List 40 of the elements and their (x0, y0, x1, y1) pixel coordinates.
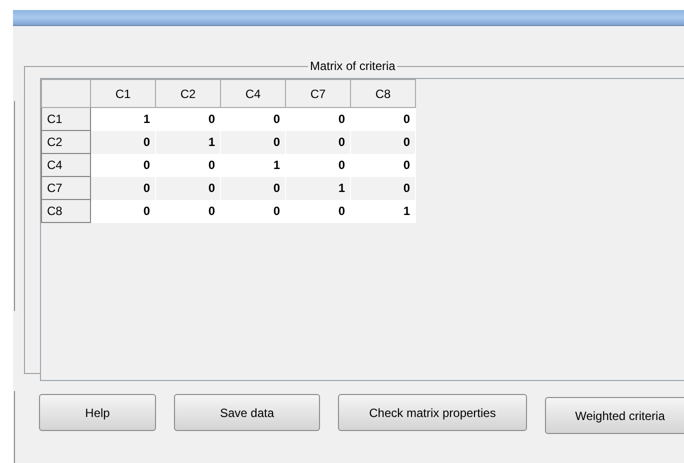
action-button[interactable]: Help (39, 394, 156, 431)
table-cell[interactable]: 1 (220, 154, 286, 176)
row-header[interactable]: C1 (42, 108, 90, 130)
group-title: Matrix of criteria (309, 59, 396, 73)
table-cell[interactable]: 0 (90, 154, 156, 176)
table-cell[interactable]: 0 (90, 200, 156, 222)
table-cell[interactable]: 0 (286, 200, 350, 222)
table-cell[interactable]: 0 (220, 176, 286, 200)
row-header[interactable]: C8 (42, 200, 90, 222)
table-cell[interactable]: 0 (90, 130, 156, 154)
table-cell[interactable]: 0 (220, 200, 286, 222)
column-header[interactable]: C4 (220, 80, 286, 108)
table-cell[interactable]: 0 (156, 108, 220, 130)
action-button[interactable]: Save data (174, 394, 320, 431)
table-cell[interactable]: 1 (350, 200, 416, 222)
table-cell[interactable]: 0 (156, 154, 220, 176)
table-cell[interactable]: 0 (220, 130, 286, 154)
table-cell[interactable]: 0 (220, 108, 286, 130)
table-cell[interactable]: 0 (90, 176, 156, 200)
table-cell[interactable]: 1 (156, 130, 220, 154)
table-cell[interactable]: 0 (286, 108, 350, 130)
table-cell[interactable]: 1 (286, 176, 350, 200)
row-header[interactable]: C7 (42, 176, 90, 200)
column-header[interactable]: C1 (90, 80, 156, 108)
table-cell[interactable]: 0 (350, 154, 416, 176)
table-cell[interactable]: 0 (350, 108, 416, 130)
column-header[interactable]: C7 (286, 80, 350, 108)
row-header[interactable]: C4 (42, 154, 90, 176)
table-cell[interactable]: 0 (350, 130, 416, 154)
column-header[interactable]: C2 (156, 80, 220, 108)
action-button[interactable]: Weighted criteria (545, 397, 684, 434)
table-cell[interactable]: 0 (350, 176, 416, 200)
table-cell[interactable]: 0 (156, 200, 220, 222)
table-cell[interactable]: 0 (286, 130, 350, 154)
column-header[interactable]: C8 (350, 80, 416, 108)
row-header[interactable]: C2 (42, 130, 90, 154)
table-cell[interactable]: 0 (286, 154, 350, 176)
table-cell[interactable]: 1 (90, 108, 156, 130)
action-button[interactable]: Check matrix properties (338, 394, 527, 431)
table-cell[interactable]: 0 (156, 176, 220, 200)
